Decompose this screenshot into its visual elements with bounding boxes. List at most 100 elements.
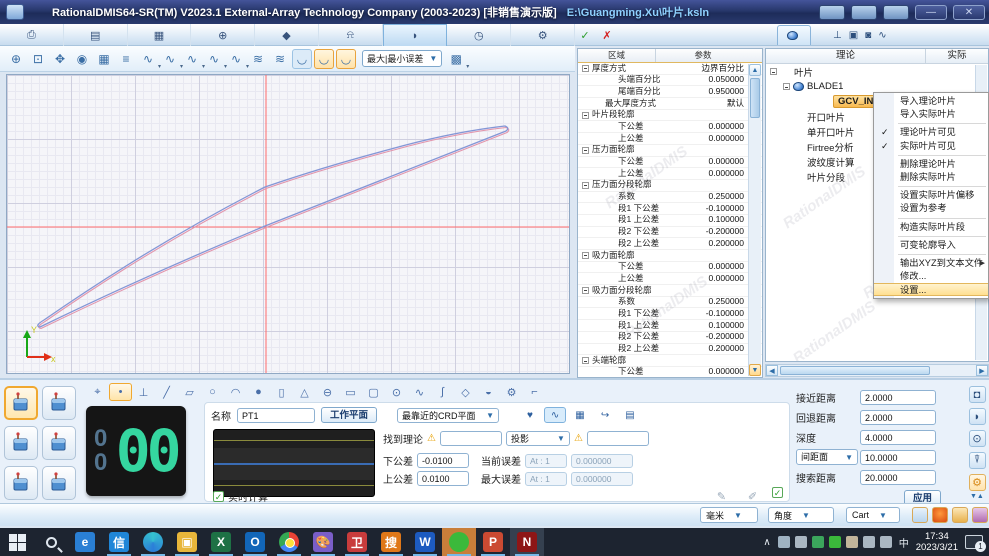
tree-hscrollbar[interactable]: ◀ ▶ xyxy=(765,364,989,377)
param-row[interactable]: 吸力面轮廓 xyxy=(578,250,762,262)
graphics-viewport[interactable]: Y x xyxy=(6,74,570,374)
param-row[interactable]: 头端轮廓 xyxy=(578,355,762,367)
view-solid-icon[interactable]: ♥ xyxy=(519,407,541,423)
param-row[interactable]: 系数 0.250000 xyxy=(578,297,762,309)
collapse-icon[interactable] xyxy=(582,252,589,259)
param-row[interactable]: 段1 上公差 0.100000 xyxy=(578,215,762,227)
view-orient-icon[interactable]: ◉ xyxy=(72,49,92,69)
collapse-icon[interactable] xyxy=(770,68,777,75)
view-card-icon[interactable]: ▤ xyxy=(619,407,641,423)
retract-input[interactable]: 2.0000 xyxy=(860,410,936,425)
param-row[interactable]: 叶片段轮廓 xyxy=(578,110,762,122)
curve-tool-3-icon[interactable]: ∿ xyxy=(182,49,202,69)
approach-input[interactable]: 2.0000 xyxy=(860,390,936,405)
pan-icon[interactable]: ✥ xyxy=(50,49,70,69)
probe-head-button[interactable] xyxy=(4,426,38,460)
plane-icon[interactable]: ▱ xyxy=(178,383,201,401)
column-header-param[interactable]: 参数 xyxy=(656,49,750,62)
param-row[interactable]: 下公差 0.000000 xyxy=(578,157,762,169)
spacing-plane-select[interactable]: 间距面▼ xyxy=(796,449,858,465)
param-row[interactable]: 段1 下公差 -0.100000 xyxy=(578,203,762,215)
param-row[interactable]: 段2 下公差 -0.200000 xyxy=(578,227,762,239)
ellipse-icon[interactable]: ⊖ xyxy=(316,383,339,401)
tray-card-icon[interactable] xyxy=(846,536,858,548)
collapse-icon[interactable] xyxy=(582,357,589,364)
tab-theory[interactable]: 理论 xyxy=(766,49,926,63)
scroll-right-icon[interactable]: ▶ xyxy=(976,365,988,376)
menu-item[interactable]: ✓ 构造实际叶片段 ▶ xyxy=(874,221,988,234)
rect-icon[interactable]: ▢ xyxy=(362,383,385,401)
param-row[interactable]: 头端百分比 0.050000 xyxy=(578,75,762,87)
tree-item[interactable]: 叶片 xyxy=(766,64,988,79)
disc-icon[interactable]: ◒ xyxy=(477,383,500,401)
strip-scroll-icons[interactable]: ▼▲ xyxy=(970,493,984,500)
wave-analysis-icon[interactable]: ≋ xyxy=(248,49,268,69)
axes-small-icon[interactable]: ⊥ xyxy=(833,30,842,41)
tab-calibrate-icon[interactable]: ◆ xyxy=(255,24,319,46)
coord-select[interactable]: Cart▼ xyxy=(846,507,900,523)
clock[interactable]: 17:34 2023/3/21 xyxy=(916,531,958,553)
curve-tool-4-icon[interactable]: ∿ xyxy=(204,49,224,69)
wave-compare-icon[interactable]: ≋ xyxy=(270,49,290,69)
scroll-up-icon[interactable]: ▲ xyxy=(749,64,761,76)
error-mode-combo[interactable]: 最大|最小误差▼ xyxy=(362,50,442,67)
tab-blade-icon[interactable]: ◗ xyxy=(383,24,448,46)
tab-print-icon[interactable]: ⎙ xyxy=(0,24,64,46)
blade-section-icon[interactable]: ◡ xyxy=(292,49,312,69)
curve-tool-5-icon[interactable]: ∿ xyxy=(226,49,246,69)
label-icon[interactable]: ≡ xyxy=(116,49,136,69)
param-row[interactable]: 系数 0.250000 xyxy=(578,192,762,204)
probe-cube-button[interactable] xyxy=(4,386,38,420)
notification-icon[interactable]: 1 xyxy=(965,535,983,549)
monitor-icon[interactable]: ▣ xyxy=(849,30,858,41)
spacing-input[interactable]: 10.0000 xyxy=(860,450,936,465)
param-row[interactable]: 段1 上公差 0.100000 xyxy=(578,320,762,332)
strip-gear-icon[interactable]: ⚙ xyxy=(969,474,986,491)
projection-input[interactable] xyxy=(587,431,649,446)
minimize-button[interactable]: — xyxy=(915,5,947,20)
projection-select[interactable]: 投影 ▼ xyxy=(506,431,570,446)
blade-fit-icon[interactable]: ◡ xyxy=(336,49,356,69)
tray-expand-icon[interactable]: ∧ xyxy=(763,537,770,548)
apply-check-icon[interactable]: ✓ xyxy=(575,24,595,46)
scroll-left-icon[interactable]: ◀ xyxy=(766,365,778,376)
status-alarm-icon[interactable] xyxy=(932,507,948,523)
param-row[interactable]: 最大厚度方式 默认 xyxy=(578,98,762,110)
param-row[interactable]: 段2 上公差 0.200000 xyxy=(578,238,762,250)
param-row[interactable]: 下公差 0.000000 xyxy=(578,121,762,133)
param-row[interactable]: 下公差 0.000000 xyxy=(578,367,762,378)
wechat-icon[interactable] xyxy=(442,528,476,556)
tab-probe-icon[interactable]: ⊕ xyxy=(191,24,255,46)
cancel-x-icon[interactable]: ✗ xyxy=(597,24,617,46)
curve-tool-1-icon[interactable]: ∿ xyxy=(138,49,158,69)
line-icon[interactable]: ╱ xyxy=(155,383,178,401)
param-row[interactable]: 段2 上公差 0.200000 xyxy=(578,344,762,356)
realtime-checkbox[interactable]: ✓ xyxy=(213,491,224,502)
tab-settings-icon[interactable]: ⚙ xyxy=(511,24,575,46)
word-icon[interactable]: W xyxy=(408,528,442,556)
collapse-icon[interactable] xyxy=(582,112,589,119)
view-graph-icon[interactable]: ∿ xyxy=(544,407,566,423)
zoom-window-icon[interactable]: ⊡ xyxy=(28,49,48,69)
search-dist-input[interactable]: 20.0000 xyxy=(860,470,936,485)
strip-export-icon[interactable]: ◘ xyxy=(969,386,986,403)
param-row[interactable]: 上公差 0.000000 xyxy=(578,133,762,145)
param-row[interactable]: 吸力面分段轮廓 xyxy=(578,285,762,297)
param-table-scrollbar[interactable]: ▲ ▼ xyxy=(748,64,761,376)
cone-icon[interactable]: △ xyxy=(293,383,316,401)
menu-item[interactable]: ✓ 设置为参考 ▶ xyxy=(874,202,988,215)
param-row[interactable]: 压力面轮廓 xyxy=(578,145,762,157)
search-app-icon[interactable]: 搜 xyxy=(374,528,408,556)
app-icon[interactable] xyxy=(6,4,24,20)
tray-volume-icon[interactable] xyxy=(863,536,875,548)
param-row[interactable]: 上公差 0.000000 xyxy=(578,273,762,285)
outlook-icon[interactable]: O xyxy=(238,528,272,556)
polygon-icon[interactable]: ◇ xyxy=(454,383,477,401)
display-tools-icon[interactable] xyxy=(851,5,877,20)
upper-tol-input[interactable]: 0.0100 xyxy=(417,471,469,486)
ime-indicator[interactable]: 中 xyxy=(899,535,909,550)
menu-item[interactable]: ✓ 设置... ▶ xyxy=(874,283,988,296)
menu-item[interactable]: ✓ 理论叶片可见 ▶ xyxy=(874,126,988,139)
strip-zoom-icon[interactable]: ⊙ xyxy=(969,430,986,447)
slot-icon[interactable]: ▭ xyxy=(339,383,362,401)
